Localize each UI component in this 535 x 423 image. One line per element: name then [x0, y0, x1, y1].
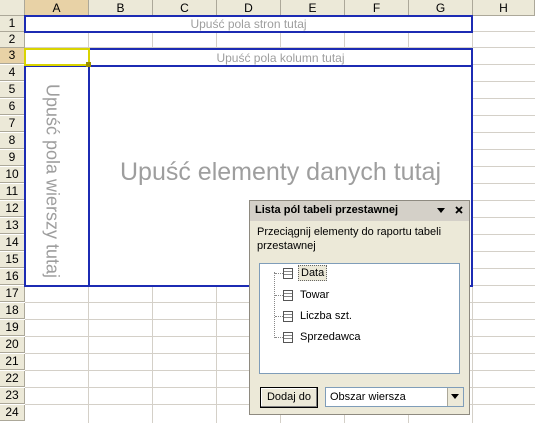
- field-icon: [283, 268, 293, 279]
- row-header-21[interactable]: 21: [0, 354, 25, 370]
- row-header-22[interactable]: 22: [0, 371, 25, 387]
- spreadsheet-grid[interactable]: A B C D E F G H 1 2 3 4 5 6 7 8 9 10 11 …: [0, 0, 535, 423]
- field-list-box[interactable]: Data Towar Liczba szt. Sprzedawca: [259, 263, 460, 374]
- tree-connector: [275, 337, 283, 338]
- active-cell-a3[interactable]: [24, 48, 90, 66]
- field-icon: [283, 332, 293, 343]
- column-header-h[interactable]: H: [473, 0, 535, 16]
- tree-connector: [275, 295, 283, 296]
- field-label: Towar: [300, 289, 330, 301]
- panel-title: Lista pól tabeli przestawnej: [255, 204, 399, 216]
- row-header-6[interactable]: 6: [0, 99, 25, 115]
- row-header-2[interactable]: 2: [0, 32, 25, 48]
- area-select-value: Obszar wiersza: [330, 391, 406, 403]
- panel-titlebar[interactable]: Lista pól tabeli przestawnej: [250, 201, 469, 221]
- column-header-f[interactable]: F: [345, 0, 409, 16]
- row-header-13[interactable]: 13: [0, 218, 25, 234]
- fill-handle[interactable]: [86, 62, 91, 67]
- tree-connector: [275, 273, 283, 274]
- row-header-20[interactable]: 20: [0, 337, 25, 353]
- row-header-14[interactable]: 14: [0, 235, 25, 251]
- field-icon: [283, 311, 293, 322]
- chevron-down-icon: [451, 394, 459, 399]
- column-header-d[interactable]: D: [217, 0, 281, 16]
- field-icon: [283, 290, 293, 301]
- row-header-18[interactable]: 18: [0, 303, 25, 319]
- column-header-c[interactable]: C: [153, 0, 217, 16]
- row-header-11[interactable]: 11: [0, 184, 25, 200]
- column-header-b[interactable]: B: [89, 0, 153, 16]
- row-header-23[interactable]: 23: [0, 388, 25, 404]
- area-select-dropdown-button[interactable]: [447, 388, 463, 406]
- row-header-8[interactable]: 8: [0, 133, 25, 149]
- area-select[interactable]: Obszar wiersza: [325, 387, 464, 407]
- field-label: Data: [298, 265, 328, 281]
- row-header-19[interactable]: 19: [0, 320, 25, 336]
- row-header-17[interactable]: 17: [0, 286, 25, 302]
- close-icon[interactable]: [453, 204, 465, 216]
- row-header-16[interactable]: 16: [0, 269, 25, 285]
- field-label: Sprzedawca: [300, 331, 361, 343]
- page-fields-drop-area[interactable]: Upuść pola stron tutaj: [24, 15, 473, 33]
- row-header-1[interactable]: 1: [0, 16, 25, 32]
- tree-connector: [275, 316, 283, 317]
- column-header-a[interactable]: A: [25, 0, 89, 16]
- select-all-corner[interactable]: [0, 0, 25, 16]
- row-header-12[interactable]: 12: [0, 201, 25, 217]
- column-header-e[interactable]: E: [281, 0, 345, 16]
- row-header-3[interactable]: 3: [0, 48, 25, 64]
- data-items-drop-label: Upuść elementy danych tutaj: [119, 158, 441, 186]
- panel-description: Przeciągnij elementy do raportu tabeli p…: [257, 226, 442, 252]
- row-header-7[interactable]: 7: [0, 116, 25, 132]
- row-header-15[interactable]: 15: [0, 252, 25, 268]
- row-fields-drop-label: Upuść pola wierszy tutaj: [42, 83, 63, 279]
- column-fields-drop-label: Upuść pola kolumn tutaj: [216, 51, 345, 65]
- pivot-field-list-panel: Lista pól tabeli przestawnej Przeciągnij…: [249, 200, 470, 415]
- tree-connector: [274, 272, 275, 338]
- add-to-button[interactable]: Dodaj do: [260, 387, 318, 408]
- page-fields-drop-label: Upuść pola stron tutaj: [190, 17, 307, 31]
- field-label: Liczba szt.: [300, 310, 352, 322]
- row-header-10[interactable]: 10: [0, 167, 25, 183]
- row-header-5[interactable]: 5: [0, 82, 25, 98]
- row-fields-drop-label-container: Upuść pola wierszy tutaj: [32, 76, 72, 286]
- row-header-24[interactable]: 24: [0, 405, 25, 421]
- row-header-4[interactable]: 4: [0, 65, 25, 81]
- column-header-g[interactable]: G: [409, 0, 473, 16]
- row-header-9[interactable]: 9: [0, 150, 25, 166]
- dropdown-arrow-icon[interactable]: [436, 205, 446, 215]
